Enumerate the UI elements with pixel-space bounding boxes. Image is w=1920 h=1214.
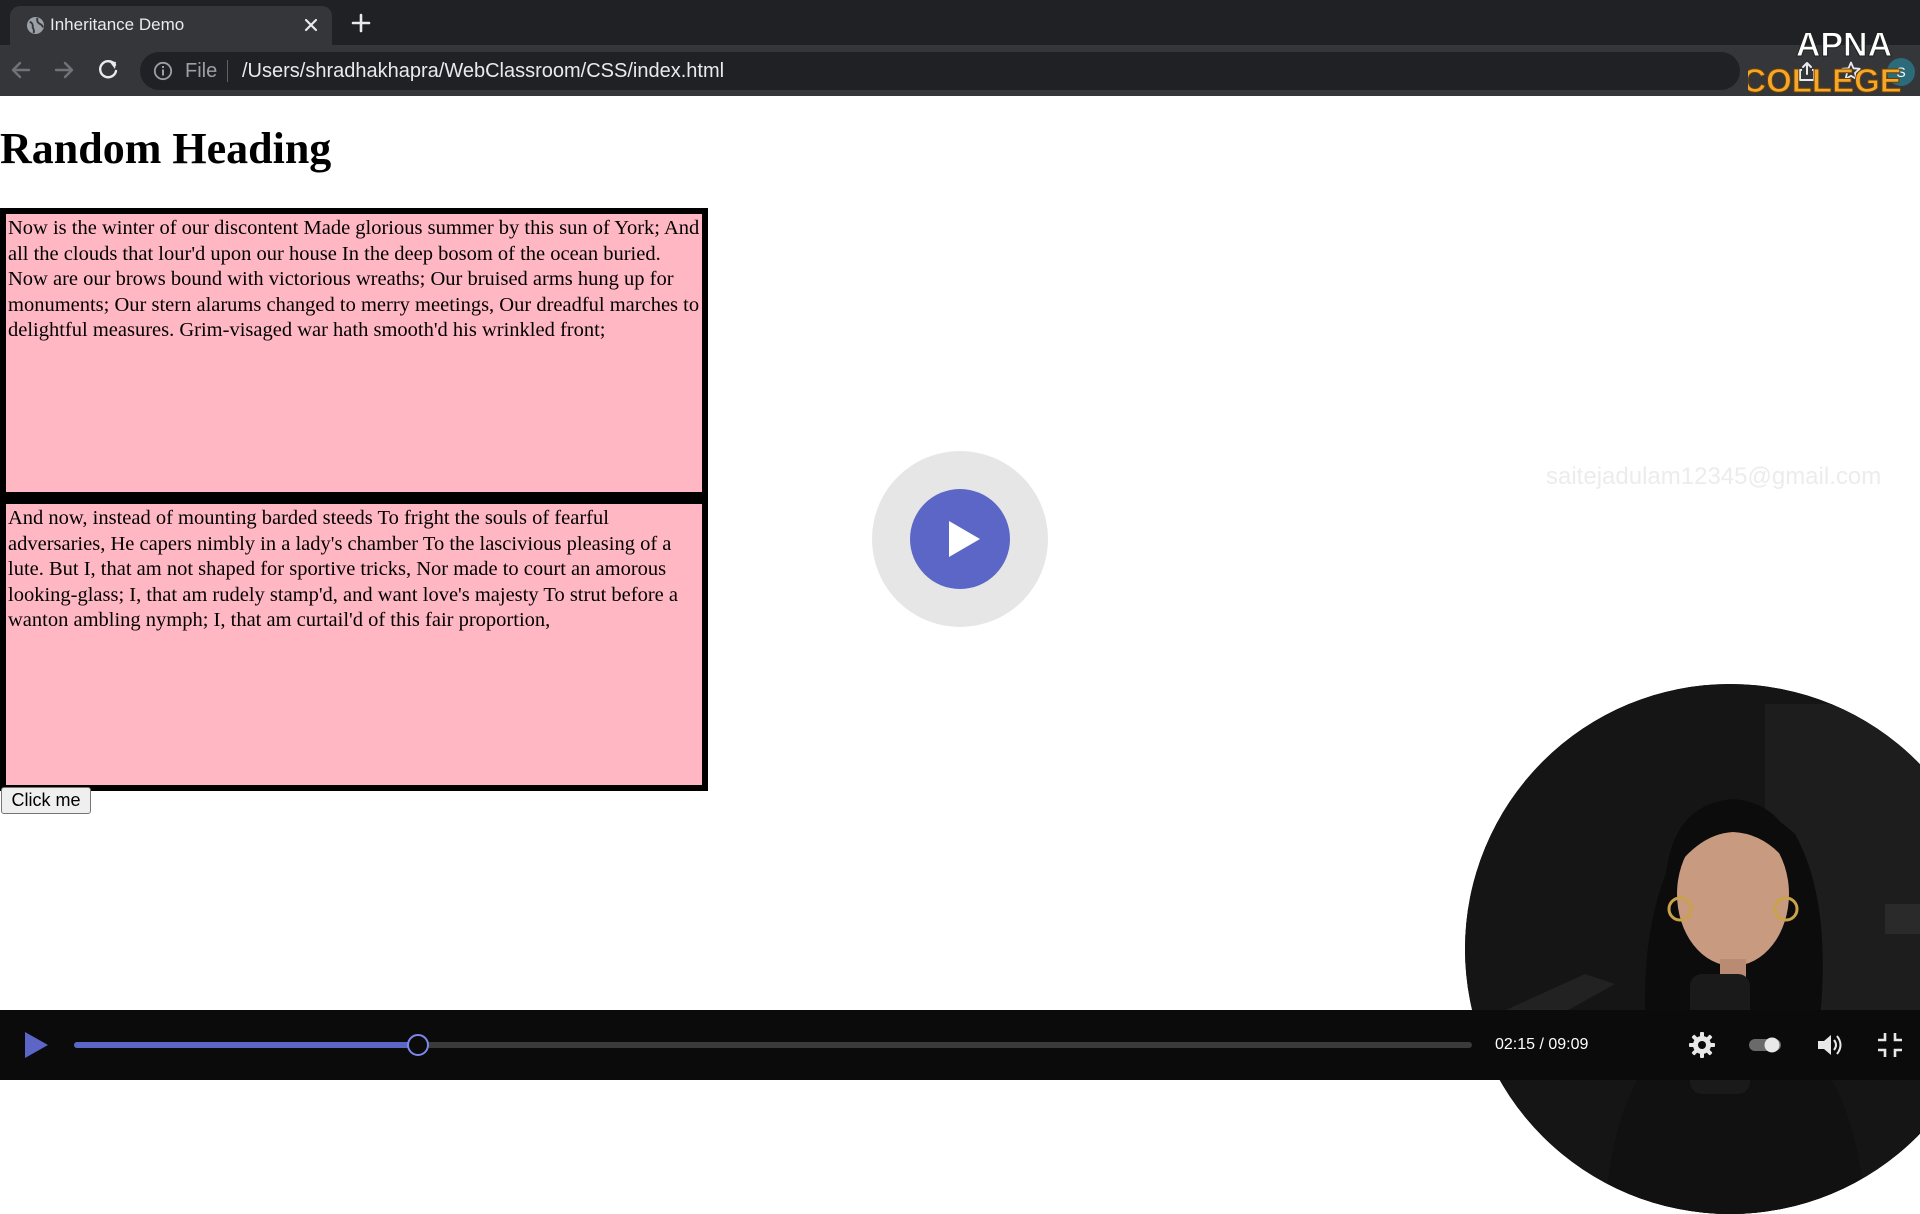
file-scheme-label: File [185,60,218,82]
address-bar[interactable]: File /Users/shradhakhapra/WebClassroom/C… [140,52,1861,90]
forward-arrow-icon[interactable] [51,57,77,83]
reload-icon[interactable] [95,57,121,83]
big-play-button[interactable] [910,489,1010,589]
apna-college-logo: APNA COLLEGE [1748,26,1902,98]
toggle-icon[interactable] [1747,1030,1783,1060]
svg-text:COLLEGE: COLLEGE [1748,62,1902,98]
progress-knob[interactable] [407,1034,430,1056]
browser-toolbar: File /Users/shradhakhapra/WebClassroom/C… [0,45,1920,96]
url-text[interactable]: /Users/shradhakhapra/WebClassroom/CSS/in… [242,60,724,82]
settings-gear-icon[interactable] [1687,1030,1717,1060]
info-icon[interactable] [153,61,173,81]
plus-icon[interactable] [348,10,374,36]
video-control-bar: 02:15 / 09:09 [0,1010,1920,1080]
progress-bar[interactable] [74,1034,1472,1056]
webcam-overlay [1465,684,1920,1214]
browser-tab-bar: Inheritance Demo [0,0,1920,45]
page-heading: Random Heading [0,124,332,173]
presenter-video [1465,684,1920,1214]
email-watermark: saitejadulam12345@gmail.com [1546,463,1882,490]
tab-title: Inheritance Demo [50,15,185,34]
address-divider [227,60,228,82]
play-icon[interactable] [22,1030,50,1060]
close-icon[interactable] [302,16,320,34]
exit-fullscreen-icon[interactable] [1875,1030,1905,1060]
play-icon [949,521,980,557]
globe-icon [26,16,45,35]
click-me-button[interactable]: Click me [1,787,91,814]
back-arrow-icon[interactable] [8,57,34,83]
progress-fill [74,1042,419,1048]
browser-tab[interactable]: Inheritance Demo [10,6,332,45]
paragraph-box-1: Now is the winter of our discontent Made… [0,208,708,498]
paragraph-box-2: And now, instead of mounting barded stee… [0,498,708,791]
svg-text:APNA: APNA [1796,26,1892,64]
time-display: 02:15 / 09:09 [1495,1036,1589,1053]
volume-icon[interactable] [1815,1030,1845,1060]
